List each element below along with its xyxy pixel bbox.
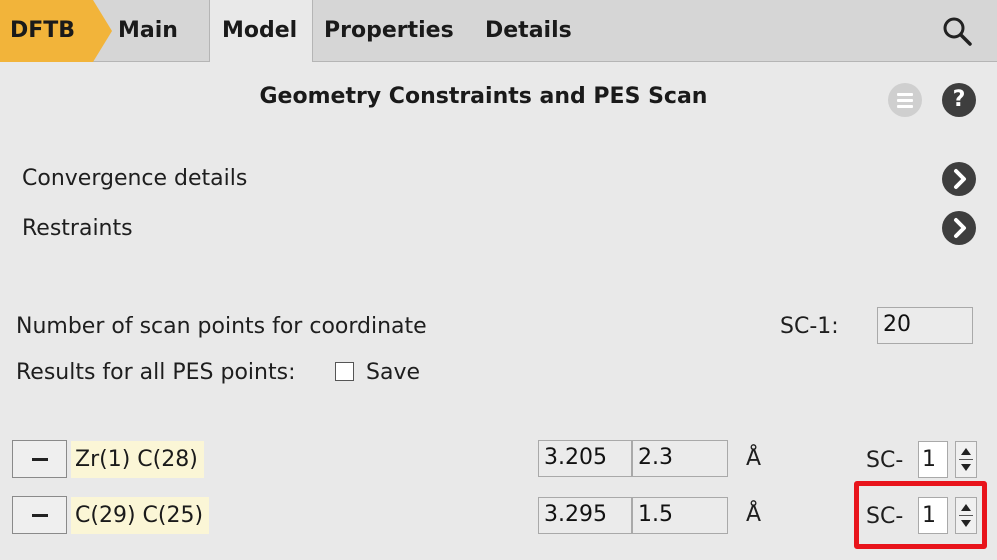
- convergence-details-link[interactable]: Convergence details: [22, 166, 247, 191]
- tab-details[interactable]: Details: [485, 0, 572, 62]
- menu-icon[interactable]: [888, 83, 922, 117]
- restraints-link[interactable]: Restraints: [22, 216, 133, 241]
- pes-results-label: Results for all PES points:: [16, 360, 296, 385]
- scan-points-label: Number of scan points for coordinate: [16, 314, 427, 339]
- remove-constraint-button[interactable]: [12, 440, 67, 478]
- chevron-right-icon[interactable]: [942, 211, 976, 245]
- spinner-arrows-icon[interactable]: [955, 441, 977, 478]
- tab-properties[interactable]: Properties: [324, 0, 454, 62]
- tab-engine-label[interactable]: DFTB: [10, 0, 75, 62]
- constraint-atoms[interactable]: Zr(1) C(28): [71, 441, 204, 478]
- constraint-atoms[interactable]: C(29) C(25): [71, 497, 210, 534]
- sc-spinbox-input[interactable]: 1: [918, 441, 948, 478]
- chevron-right-icon[interactable]: [942, 162, 976, 196]
- sc-1-label: SC-1:: [780, 314, 839, 339]
- highlight-box: [854, 481, 987, 549]
- constraint-start-input[interactable]: 3.205: [538, 440, 632, 477]
- unit-label: Å: [746, 502, 762, 527]
- panel-title: Geometry Constraints and PES Scan: [259, 84, 708, 109]
- constraint-end-input[interactable]: 2.3: [632, 440, 728, 477]
- unit-label: Å: [746, 446, 762, 471]
- tab-model[interactable]: Model: [222, 0, 297, 62]
- tab-main[interactable]: Main: [118, 0, 178, 62]
- save-label: Save: [366, 360, 421, 385]
- scan-points-input[interactable]: 20: [877, 307, 973, 344]
- remove-constraint-button[interactable]: [12, 496, 67, 534]
- search-icon[interactable]: [940, 14, 974, 48]
- tab-bar: DFTB Main Model Properties Details: [0, 0, 997, 62]
- sc-prefix-label: SC-: [866, 448, 904, 473]
- constraint-start-input[interactable]: 3.295: [538, 497, 632, 534]
- constraint-end-input[interactable]: 1.5: [632, 497, 728, 534]
- save-checkbox[interactable]: [335, 362, 354, 381]
- help-icon[interactable]: ?: [942, 83, 976, 117]
